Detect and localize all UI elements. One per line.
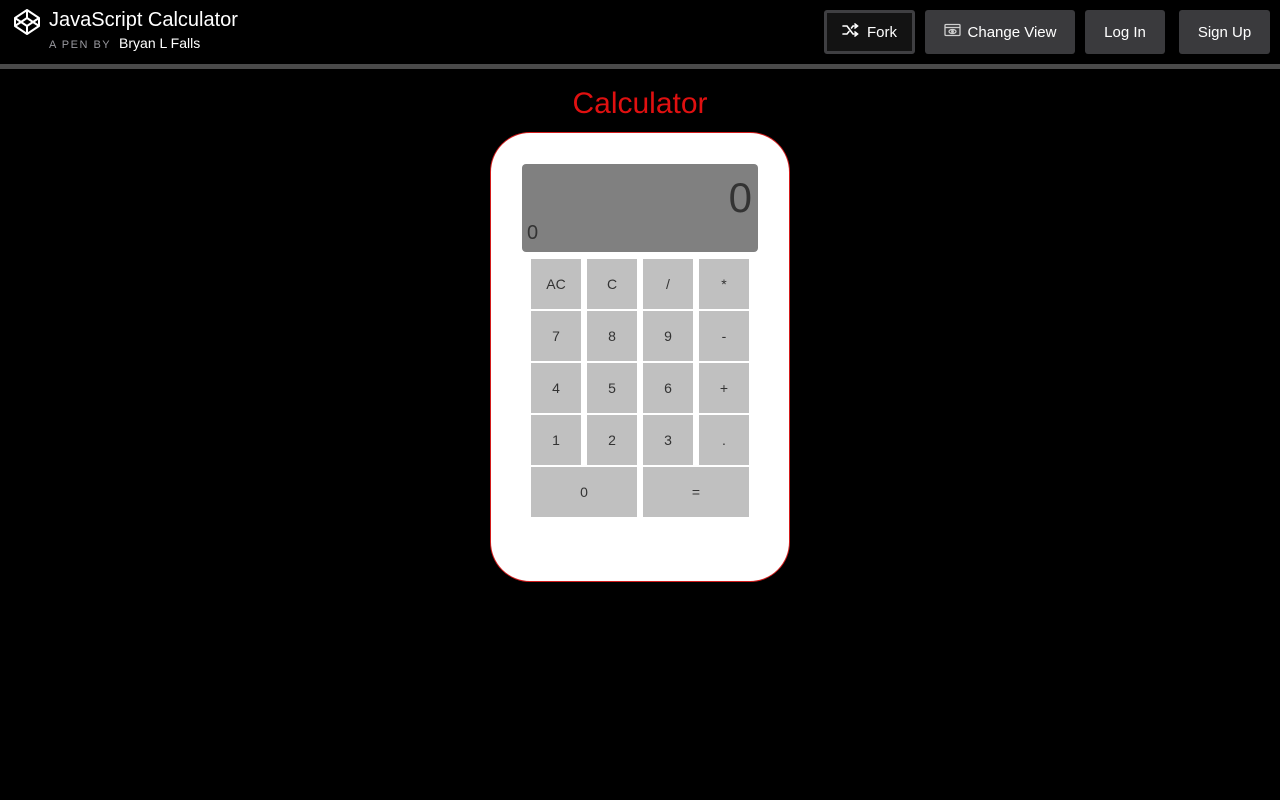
two-button[interactable]: 2 — [587, 415, 637, 465]
display-value: 0 — [728, 174, 752, 221]
fork-icon — [842, 23, 867, 41]
add-button[interactable]: + — [699, 363, 749, 413]
fork-button[interactable]: Fork — [824, 10, 915, 54]
author-link[interactable]: Bryan L Falls — [119, 35, 200, 51]
one-button[interactable]: 1 — [531, 415, 581, 465]
six-button[interactable]: 6 — [643, 363, 693, 413]
change-view-label: Change View — [967, 23, 1057, 41]
four-button[interactable]: 4 — [531, 363, 581, 413]
clear-button[interactable]: C — [587, 259, 637, 309]
pen-title: JavaScript Calculator — [49, 9, 238, 31]
byline-prefix: A PEN BY — [49, 39, 112, 51]
nine-button[interactable]: 9 — [643, 311, 693, 361]
divide-button[interactable]: / — [643, 259, 693, 309]
display-formula: 0 — [527, 222, 539, 244]
subtract-button[interactable]: - — [699, 311, 749, 361]
decimal-button[interactable]: . — [699, 415, 749, 465]
three-button[interactable]: 3 — [643, 415, 693, 465]
equals-button[interactable]: = — [643, 467, 749, 517]
codepen-header: JavaScript Calculator A PEN BY Bryan L F… — [0, 0, 1280, 64]
clear-all-button[interactable]: AC — [531, 259, 581, 309]
zero-button[interactable]: 0 — [531, 467, 637, 517]
seven-button[interactable]: 7 — [531, 311, 581, 361]
eight-button[interactable]: 8 — [587, 311, 637, 361]
five-button[interactable]: 5 — [587, 363, 637, 413]
pen-byline: A PEN BY Bryan L Falls — [49, 35, 200, 51]
multiply-button[interactable]: * — [699, 259, 749, 309]
change-view-icon — [943, 23, 968, 41]
calculator-display: 0 0 — [522, 164, 758, 252]
header-divider — [0, 64, 1280, 69]
log-in-button[interactable]: Log In — [1085, 10, 1165, 54]
fork-label: Fork — [867, 23, 897, 41]
change-view-button[interactable]: Change View — [925, 10, 1075, 54]
calculator-title: Calculator — [572, 87, 708, 120]
sign-up-button[interactable]: Sign Up — [1179, 10, 1270, 54]
codepen-logo-icon[interactable] — [13, 8, 41, 36]
